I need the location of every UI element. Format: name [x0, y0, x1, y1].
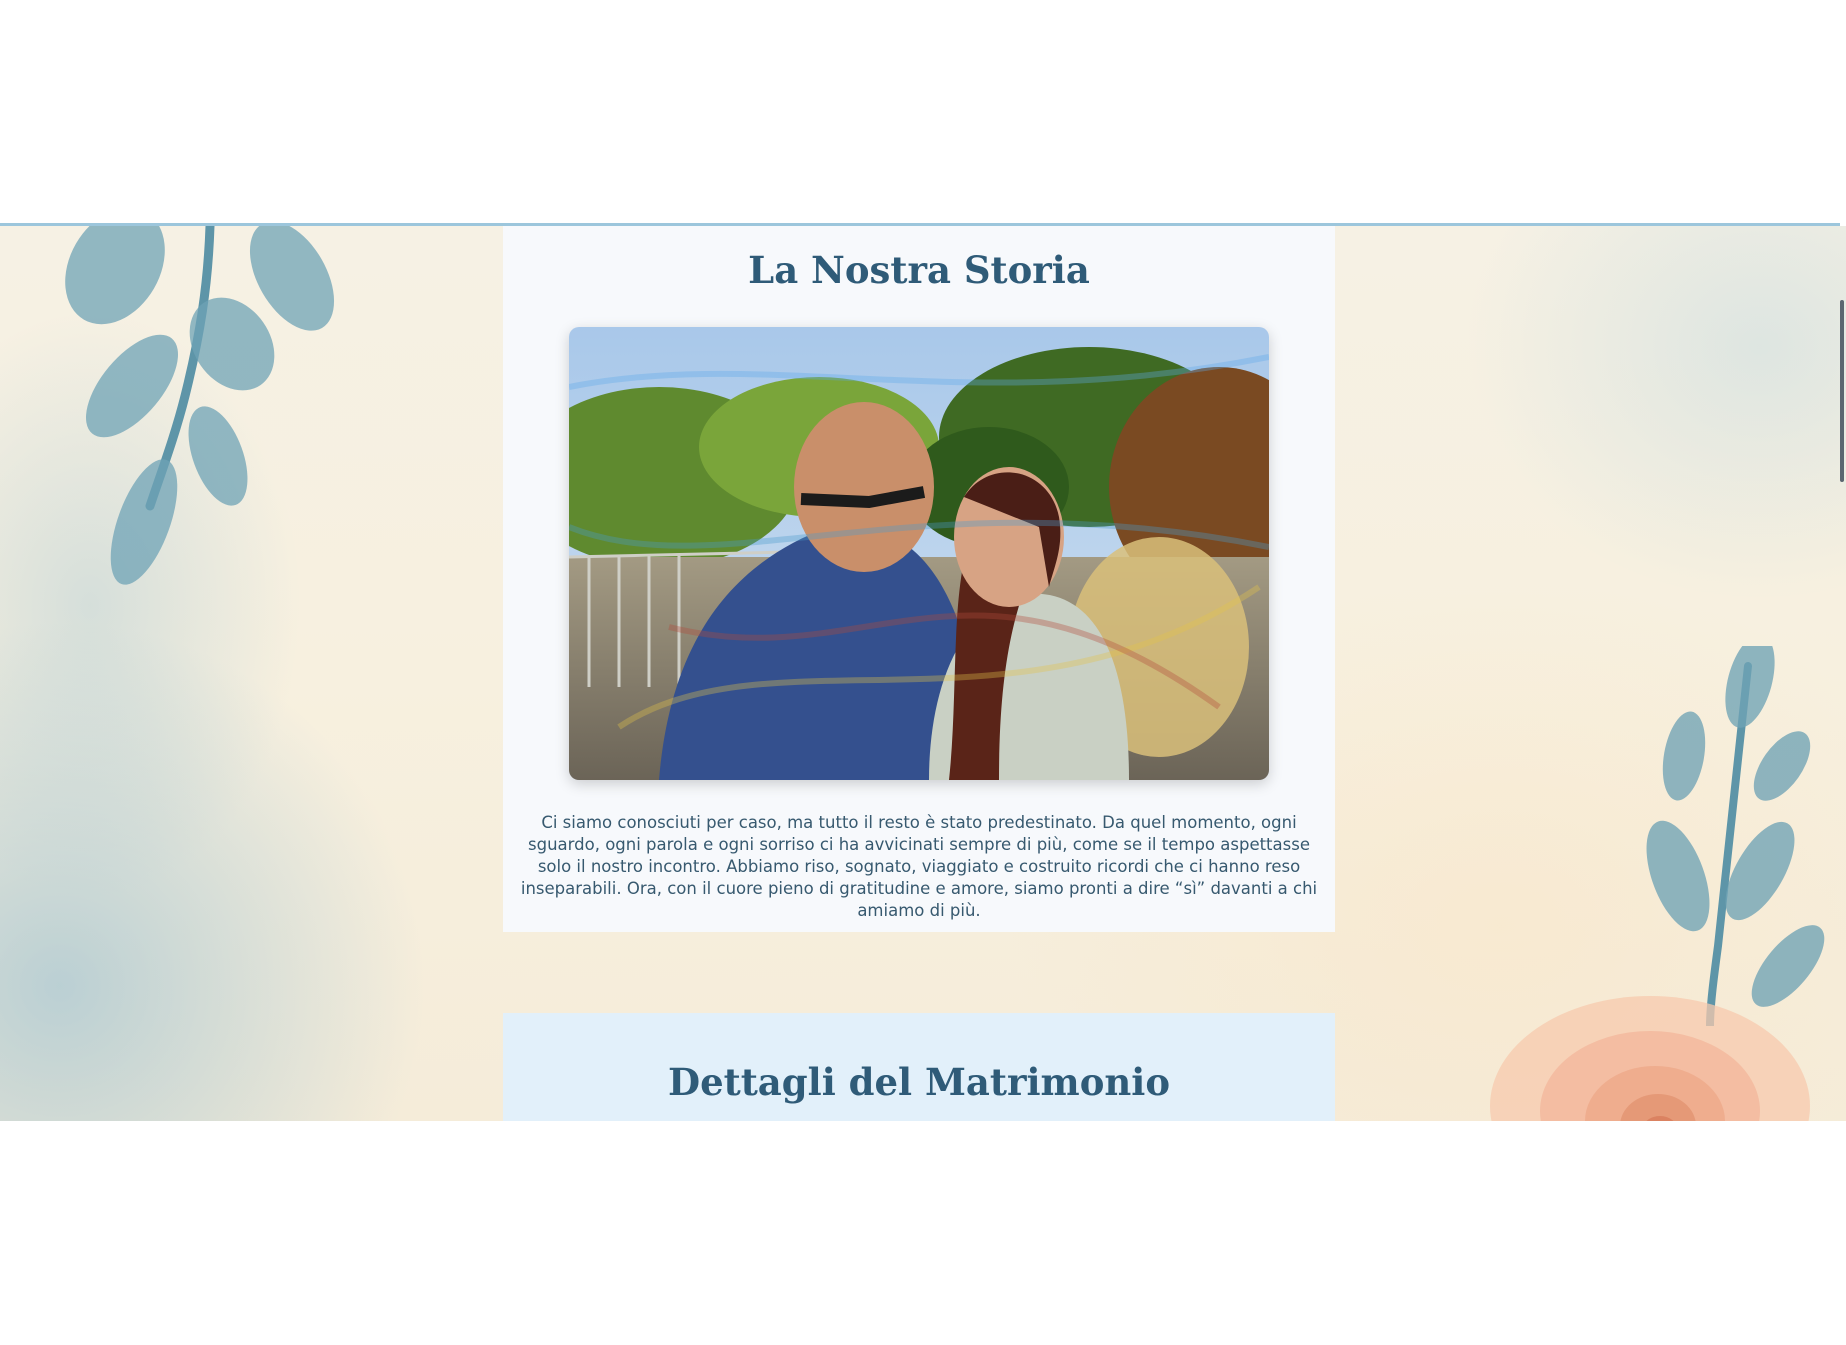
story-title: La Nostra Storia [748, 248, 1090, 292]
couple-photo-image [569, 327, 1269, 780]
story-section: La Nostra Storia Ci siamo conosciuti per… [503, 226, 1335, 932]
scrollbar-thumb[interactable] [1840, 300, 1844, 482]
eucalyptus-branch-icon [65, 226, 335, 585]
content-area[interactable]: La Nostra Storia Ci siamo conosciuti per… [0, 226, 1846, 1121]
peach-rose-icon [1490, 996, 1810, 1121]
details-section: Dettagli del Matrimonio [503, 1013, 1335, 1121]
page: La Nostra Storia Ci siamo conosciuti per… [0, 0, 1846, 1345]
eucalyptus-branch-icon [1646, 646, 1825, 1026]
details-title: Dettagli del Matrimonio [667, 1060, 1171, 1104]
couple-photo [569, 327, 1269, 780]
story-text: Ci siamo conosciuti per caso, ma tutto i… [520, 813, 1318, 920]
